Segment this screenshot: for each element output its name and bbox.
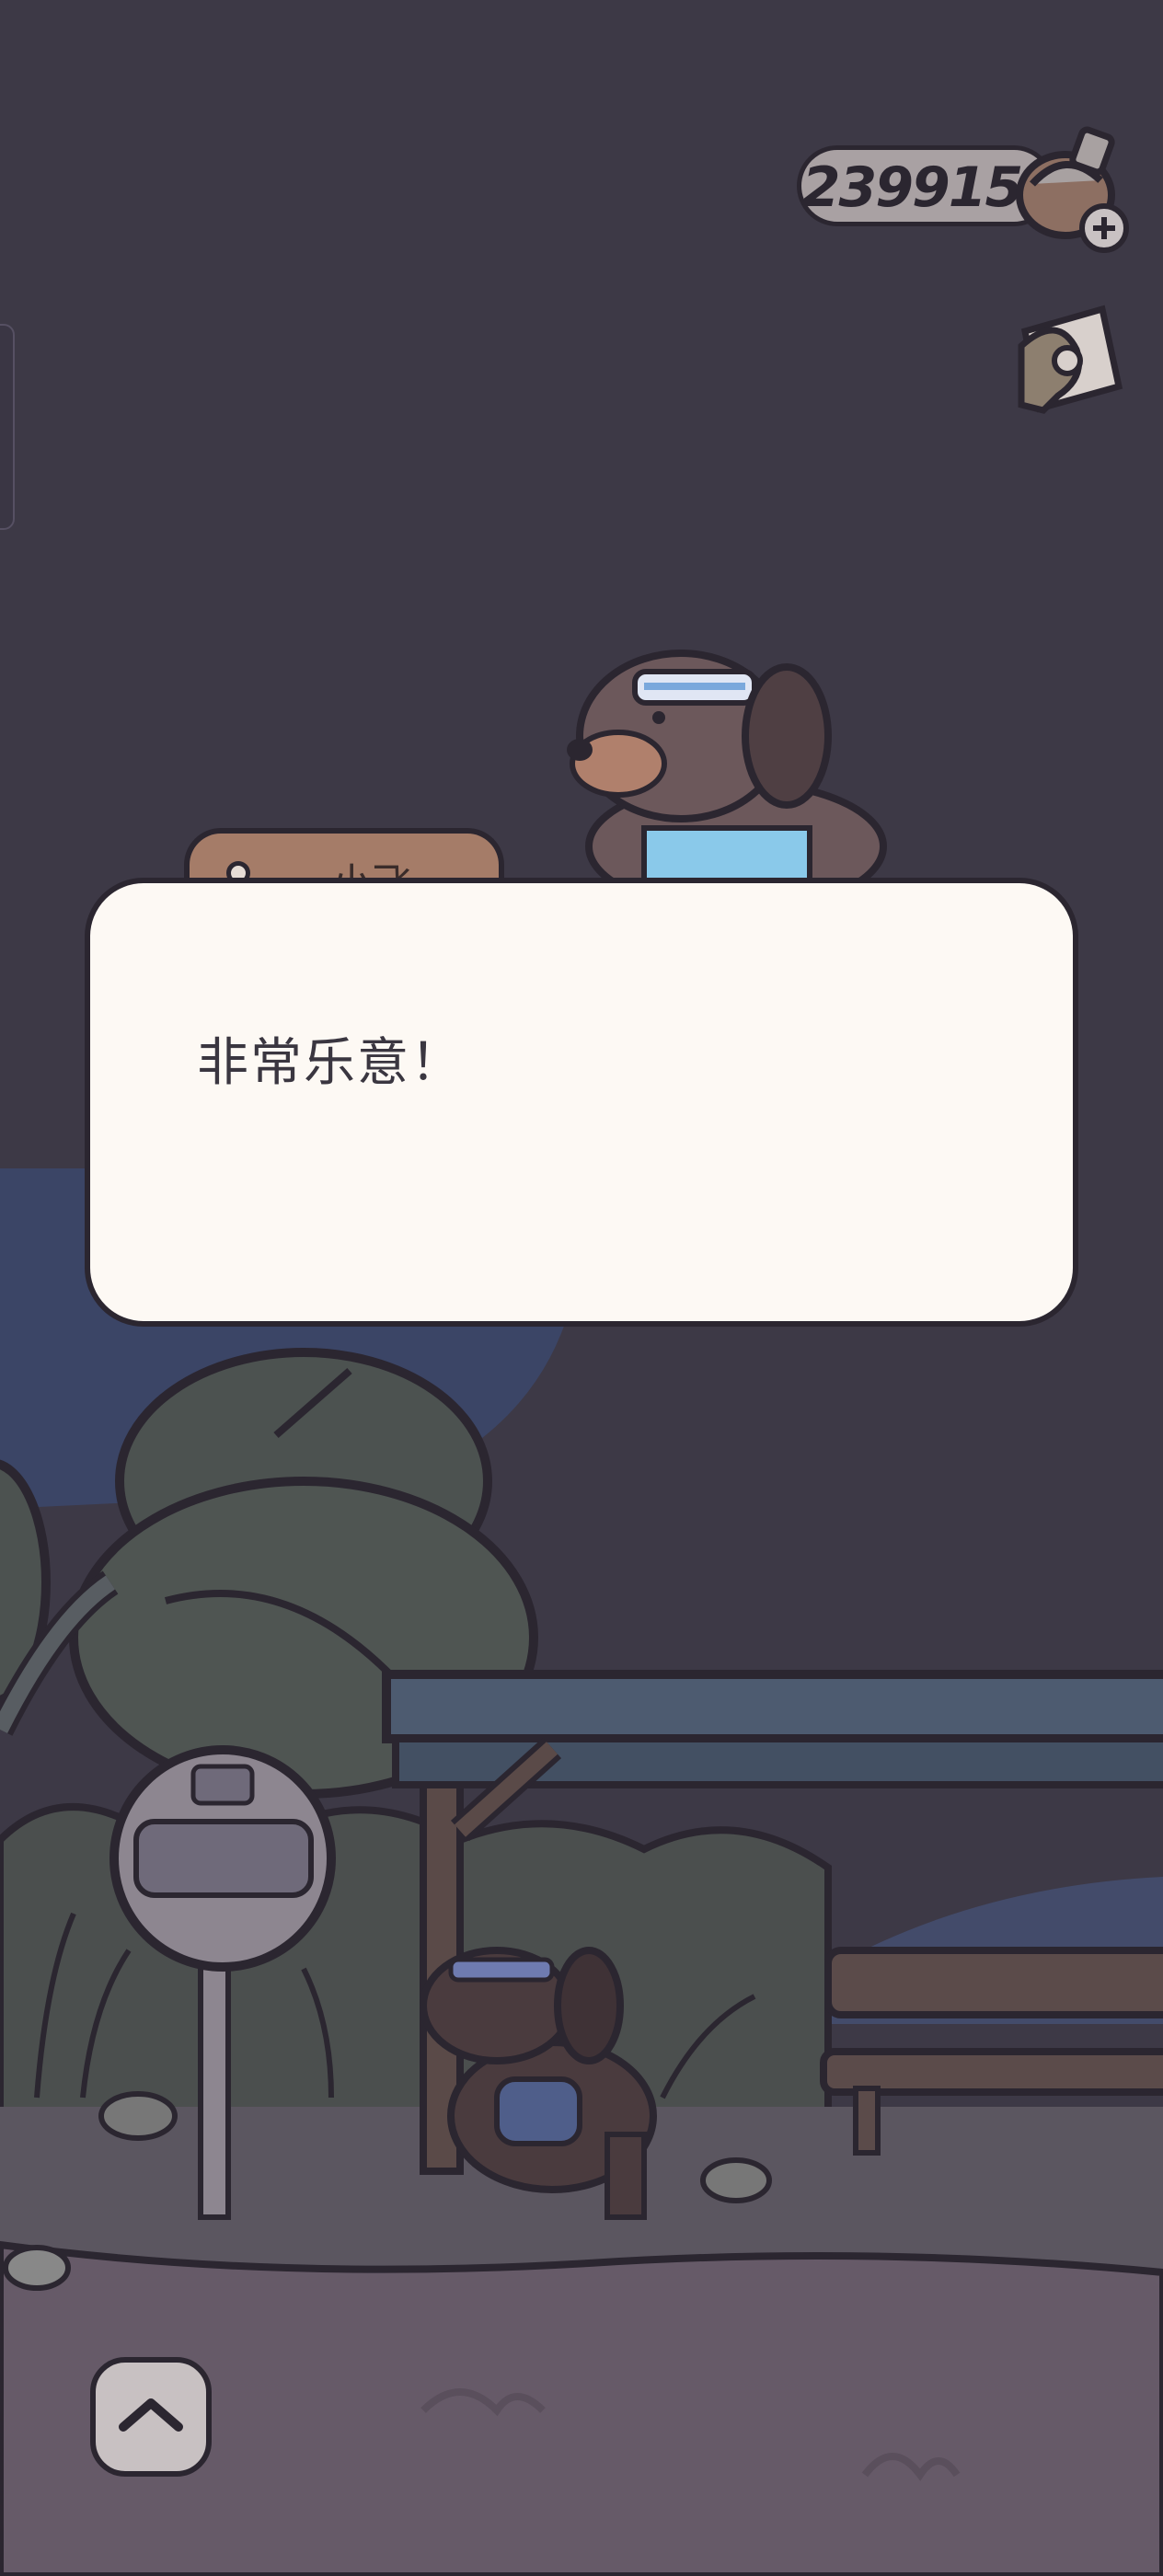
game-screen: 239915 小飞 非常乐意！	[0, 0, 1163, 2576]
chevron-up-icon	[119, 2398, 183, 2432]
expand-menu-button[interactable]	[90, 2357, 212, 2477]
coin-count: 239915	[801, 155, 1024, 220]
side-drawer-tab[interactable]	[0, 324, 15, 530]
dialog-box[interactable]: 非常乐意！	[85, 878, 1078, 1327]
acorn-coin-plus-icon[interactable]	[1012, 120, 1141, 258]
postcard-icon[interactable]	[1003, 294, 1132, 423]
dialog-text: 非常乐意！	[197, 1033, 464, 1093]
